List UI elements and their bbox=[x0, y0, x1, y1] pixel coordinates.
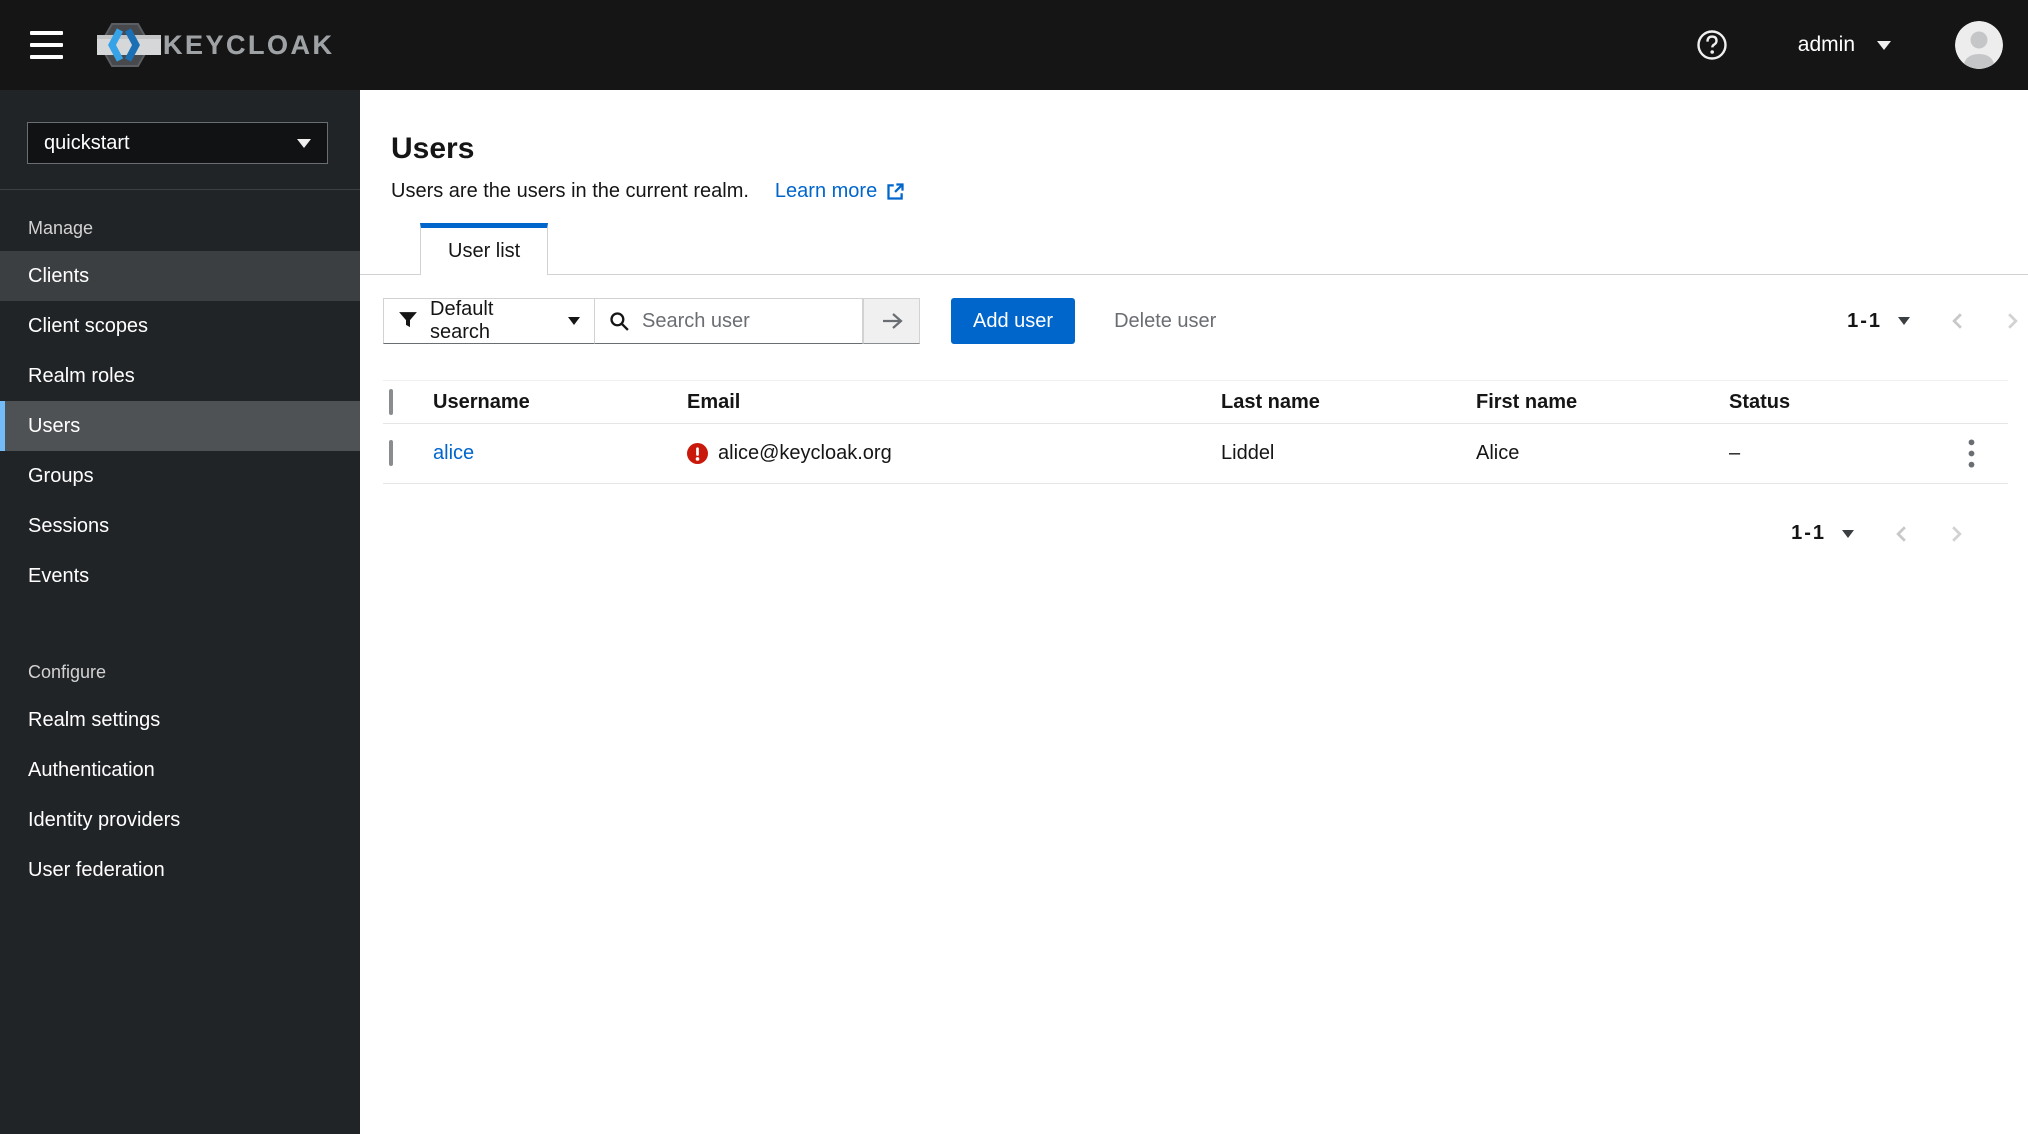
sidebar-item-groups[interactable]: Groups bbox=[0, 451, 360, 501]
chevron-down-icon bbox=[297, 138, 311, 148]
email-text: alice@keycloak.org bbox=[718, 442, 892, 464]
pagination-range-dropdown[interactable]: 1-1 bbox=[1791, 522, 1854, 545]
sidebar-item-identity-providers[interactable]: Identity providers bbox=[0, 795, 360, 845]
status-cell: – bbox=[1729, 442, 1741, 464]
add-user-button[interactable]: Add user bbox=[951, 298, 1076, 344]
search-submit-button[interactable] bbox=[863, 298, 920, 344]
next-page-button[interactable] bbox=[2005, 312, 2020, 330]
select-all-checkbox[interactable] bbox=[389, 388, 393, 415]
nav-section-configure: Configure bbox=[28, 662, 107, 682]
next-page-button[interactable] bbox=[1949, 525, 1964, 543]
pagination-range-dropdown[interactable]: 1-1 bbox=[1847, 310, 1910, 333]
column-header-status: Status bbox=[1729, 390, 1791, 413]
filter-icon bbox=[399, 312, 417, 328]
app-header: KEYCLOAK admin bbox=[0, 0, 2028, 90]
caret-down-icon bbox=[568, 317, 580, 325]
arrow-right-icon bbox=[882, 313, 903, 329]
column-header-first-name: First name bbox=[1476, 390, 1578, 413]
invalid-email-icon bbox=[687, 443, 708, 464]
first-name-cell: Alice bbox=[1476, 442, 1520, 464]
sidebar-item-sessions[interactable]: Sessions bbox=[0, 501, 360, 551]
question-circle-icon bbox=[1697, 30, 1727, 60]
tab-bar: User list bbox=[360, 223, 2028, 275]
column-header-email: Email bbox=[687, 390, 741, 413]
users-table: Username Email Last name First name Stat… bbox=[383, 380, 2008, 484]
nav-section-manage: Manage bbox=[28, 218, 94, 238]
chevron-down-icon bbox=[1877, 40, 1891, 50]
main-content: Users Users are the users in the current… bbox=[360, 90, 2028, 1134]
search-input[interactable] bbox=[642, 309, 848, 333]
sidebar-item-events[interactable]: Events bbox=[0, 551, 360, 601]
row-checkbox[interactable] bbox=[389, 440, 393, 466]
page-description: Users are the users in the current realm… bbox=[391, 180, 749, 202]
external-link-icon bbox=[887, 183, 904, 200]
avatar[interactable] bbox=[1955, 21, 2003, 69]
keycloak-logo-icon bbox=[97, 23, 161, 67]
last-name-cell: Liddel bbox=[1221, 442, 1275, 464]
realm-selector[interactable]: quickstart bbox=[27, 122, 328, 164]
pagination-top: 1-1 bbox=[1847, 310, 2020, 333]
user-name: admin bbox=[1797, 33, 1855, 56]
pagination-bottom: 1-1 bbox=[1791, 522, 1964, 545]
sidebar-item-authentication[interactable]: Authentication bbox=[0, 745, 360, 795]
chevron-right-icon bbox=[1952, 525, 1962, 542]
caret-down-icon bbox=[1842, 529, 1854, 538]
table-header-row: Username Email Last name First name Stat… bbox=[383, 381, 2008, 424]
page-title: Users bbox=[391, 132, 475, 165]
realm-name: quickstart bbox=[44, 131, 130, 154]
previous-page-button[interactable] bbox=[1950, 312, 1965, 330]
sidebar-item-realm-settings[interactable]: Realm settings bbox=[0, 695, 360, 745]
brand-text: KEYCLOAK bbox=[163, 29, 335, 60]
username-link[interactable]: alice bbox=[433, 442, 474, 464]
delete-user-button[interactable]: Delete user bbox=[1114, 310, 1216, 333]
sidebar-item-users[interactable]: Users bbox=[0, 401, 360, 451]
column-header-username: Username bbox=[433, 390, 530, 413]
sidebar-item-clients[interactable]: Clients bbox=[0, 251, 360, 301]
chevron-left-icon bbox=[1952, 313, 1962, 329]
chevron-left-icon bbox=[1896, 525, 1906, 542]
row-actions-button[interactable] bbox=[1948, 431, 1994, 477]
previous-page-button[interactable] bbox=[1894, 525, 1909, 543]
kebab-icon bbox=[1968, 439, 1974, 468]
sidebar-item-client-scopes[interactable]: Client scopes bbox=[0, 301, 360, 351]
search-type-dropdown[interactable]: Default search bbox=[383, 298, 595, 344]
table-row: alice alice@keycloak.org Liddel Alice – bbox=[383, 424, 2008, 484]
nav-toggle-icon[interactable] bbox=[27, 28, 67, 62]
sidebar: quickstart Manage Clients Client scopes … bbox=[0, 90, 360, 1134]
search-field bbox=[595, 298, 863, 344]
user-menu-button[interactable]: admin bbox=[1798, 33, 1891, 57]
keycloak-logo[interactable]: KEYCLOAK bbox=[95, 20, 335, 70]
sidebar-item-realm-roles[interactable]: Realm roles bbox=[0, 351, 360, 401]
caret-down-icon bbox=[1898, 317, 1910, 325]
toolbar: Default search Add user Delete user 1-1 bbox=[383, 298, 2020, 344]
help-button[interactable] bbox=[1696, 29, 1728, 61]
search-icon bbox=[610, 311, 629, 331]
column-header-last-name: Last name bbox=[1221, 390, 1320, 413]
chevron-right-icon bbox=[2008, 313, 2018, 329]
learn-more-link[interactable]: Learn more bbox=[775, 180, 906, 203]
sidebar-item-user-federation[interactable]: User federation bbox=[0, 845, 360, 895]
tab-user-list[interactable]: User list bbox=[420, 223, 549, 275]
